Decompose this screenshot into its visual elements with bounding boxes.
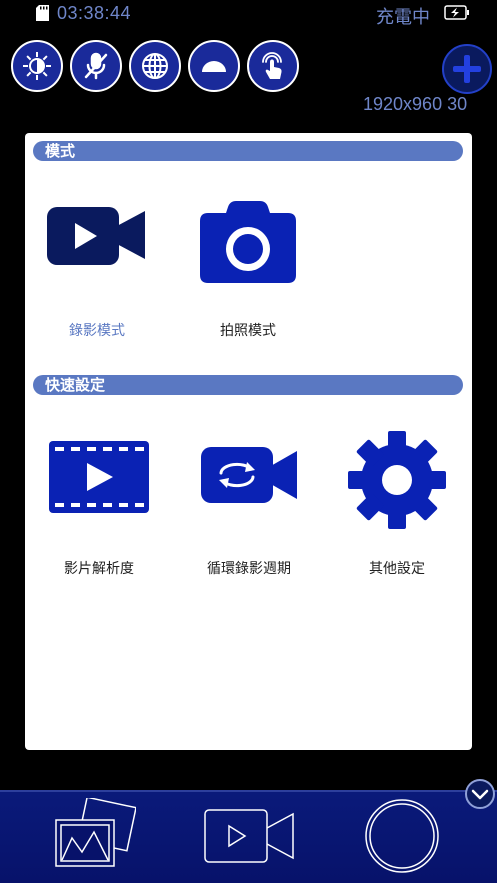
video-resolution-label: 影片解析度 (64, 561, 134, 577)
quick-settings-section-header: 快速設定 (33, 375, 463, 395)
loop-recording-label: 循環錄影週期 (207, 561, 291, 577)
settings-panel: 模式 錄影模式 拍照模式 快速設定 影片解析度 循環錄影週期 其他設定 (25, 133, 472, 750)
mode-section-header: 模式 (33, 141, 463, 161)
status-bar: 03:38:44 充電中 (0, 0, 497, 30)
photo-mode-tile[interactable]: 拍照模式 (178, 199, 318, 343)
loop-recording-tile[interactable]: 循環錄影週期 (179, 445, 319, 579)
add-button[interactable] (440, 42, 494, 96)
video-camera-icon (47, 207, 145, 265)
battery-charging-icon (444, 5, 469, 20)
photo-mode-label: 拍照模式 (220, 323, 276, 339)
gallery-button[interactable] (52, 798, 136, 870)
sd-card-icon (36, 5, 49, 21)
globe-button[interactable] (129, 40, 181, 92)
video-mode-tile[interactable]: 錄影模式 (27, 203, 167, 343)
gallery-icon (55, 798, 136, 867)
dome-light-button[interactable] (188, 40, 240, 92)
resolution-readout: 1920x960 30 (363, 94, 468, 114)
mic-muted-icon (84, 52, 108, 80)
film-icon (49, 441, 149, 513)
globe-icon (142, 53, 168, 79)
gear-icon (348, 431, 446, 529)
touch-icon (262, 52, 282, 79)
loop-record-icon (201, 447, 297, 503)
video-camera-outline-icon (204, 809, 294, 863)
video-mode-label: 錄影模式 (69, 323, 125, 339)
charging-status: 充電中 (376, 7, 430, 28)
other-settings-label: 其他設定 (369, 561, 425, 577)
shutter-button[interactable] (364, 798, 440, 874)
mic-mute-button[interactable] (70, 40, 122, 92)
photo-camera-icon (200, 201, 296, 283)
video-resolution-tile[interactable]: 影片解析度 (29, 439, 169, 579)
record-video-button[interactable] (203, 808, 295, 864)
clock: 03:38:44 (57, 3, 132, 23)
collapse-button[interactable] (464, 778, 496, 810)
shutter-icon (365, 799, 439, 873)
dome-light-icon (202, 61, 226, 72)
brightness-icon (23, 52, 51, 80)
brightness-button[interactable] (11, 40, 63, 92)
other-settings-tile[interactable]: 其他設定 (327, 429, 467, 579)
touch-button[interactable] (247, 40, 299, 92)
